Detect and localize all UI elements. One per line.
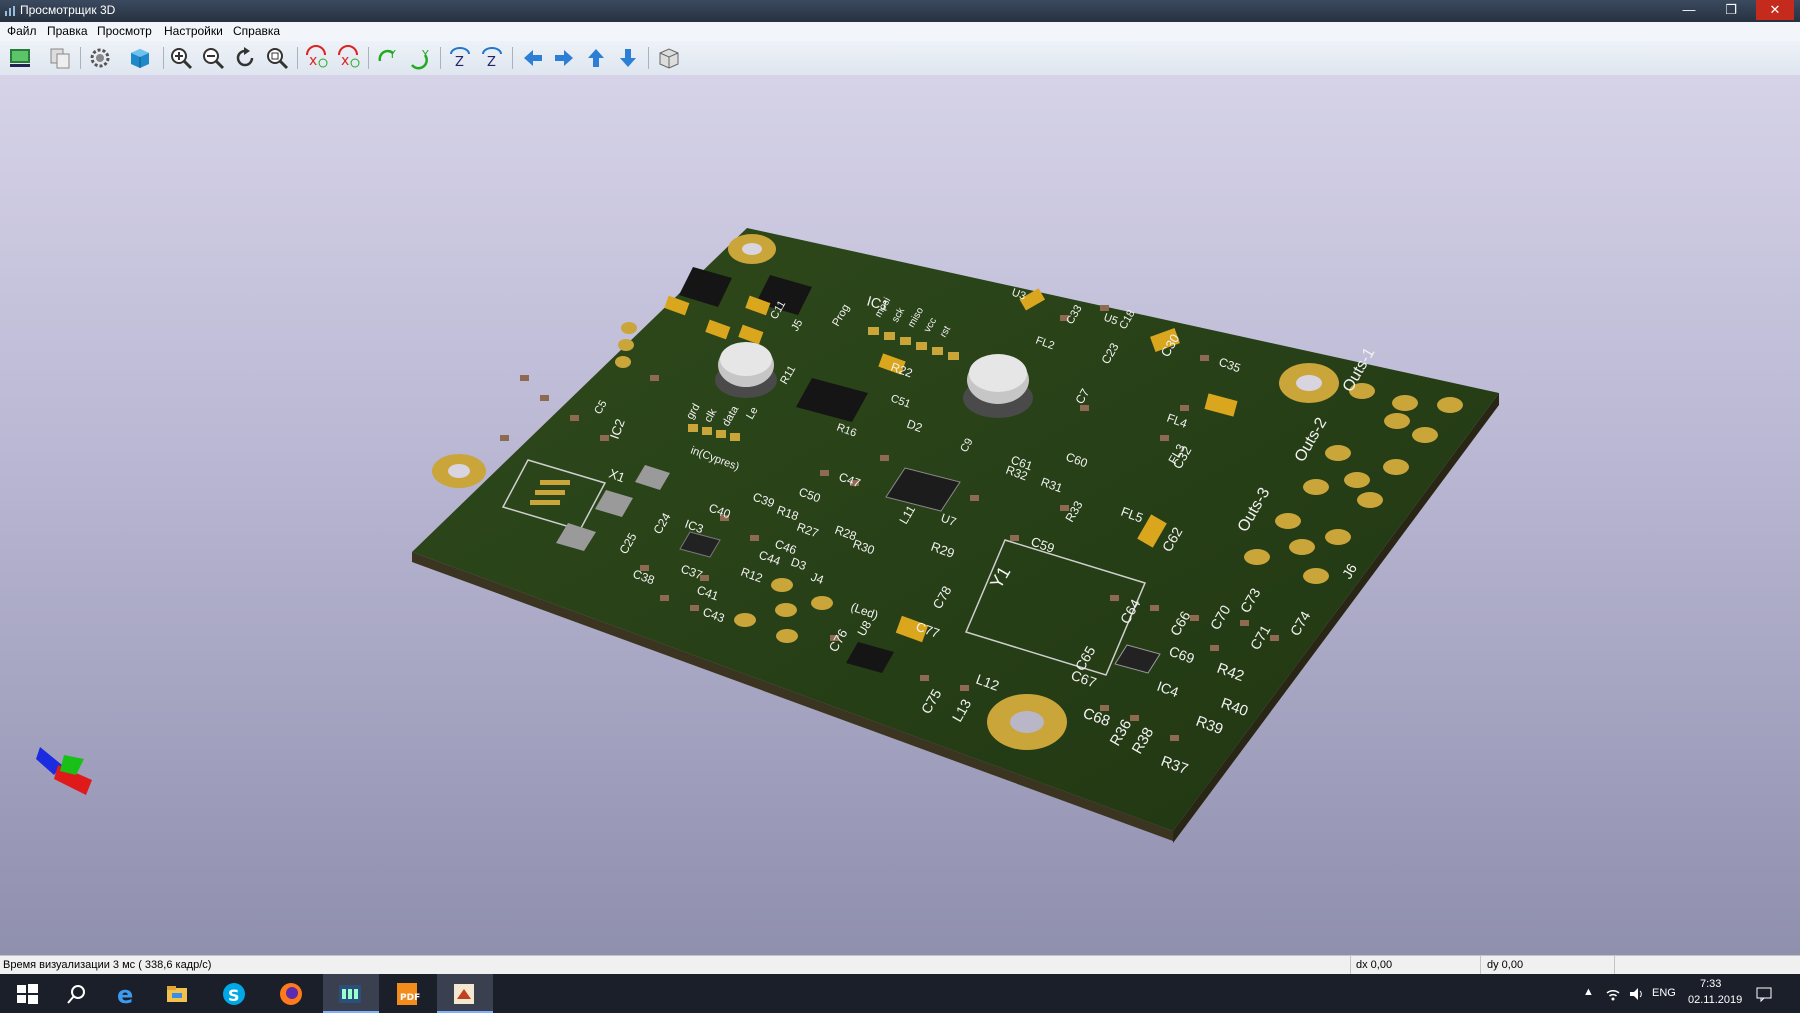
- svg-text:Z: Z: [455, 55, 464, 70]
- 3d-viewport[interactable]: IC1 IC2 IC3 IC4 U3 U5 U7 U8 X1 Y1 D2 D3 …: [0, 75, 1800, 955]
- tray-language[interactable]: ENG: [1652, 987, 1676, 999]
- taskbar-skype[interactable]: S: [207, 974, 263, 1013]
- taskbar-3d-viewer[interactable]: [437, 974, 493, 1013]
- rotate-x-icon: x: [306, 45, 328, 69]
- cube-blue-icon: [131, 49, 149, 68]
- menu-edit[interactable]: Правка: [47, 24, 88, 38]
- dy-status: dy 0,00: [1487, 959, 1524, 971]
- menu-bar: Файл Правка Просмотр Настройки Справка: [0, 22, 1800, 42]
- svg-text:e: e: [117, 981, 133, 1007]
- mounting-hole: [728, 234, 776, 264]
- folder-icon: [167, 986, 187, 1002]
- move-right-button[interactable]: [551, 45, 577, 71]
- status-bar: Время визуализации 3 мс ( 338,6 кадр/с) …: [0, 955, 1800, 975]
- svg-text:Y: Y: [421, 48, 429, 61]
- svg-text:x: x: [309, 53, 317, 69]
- rotate-y-cw-button[interactable]: Y: [375, 45, 401, 71]
- svg-text:PDF: PDF: [400, 993, 420, 1003]
- mounting-hole: [987, 694, 1067, 750]
- rotate-z-ccw-button[interactable]: Z: [479, 45, 505, 71]
- refresh-icon: [236, 47, 254, 67]
- electrolytic-capacitor: [963, 354, 1033, 418]
- taskbar-pdf-tool[interactable]: PDF: [380, 974, 436, 1013]
- kicad-3d-viewer-icon: [454, 984, 474, 1004]
- electrolytic-capacitor: [715, 342, 777, 398]
- tray-time[interactable]: 7:33: [1700, 978, 1721, 990]
- taskbar-explorer[interactable]: [150, 974, 206, 1013]
- move-left-button[interactable]: [520, 45, 546, 71]
- skype-icon: S: [223, 983, 245, 1005]
- maximize-button[interactable]: ❐: [1712, 0, 1750, 20]
- copy-icon: [50, 48, 70, 69]
- volume-icon[interactable]: [1628, 986, 1644, 1002]
- reload-board-button[interactable]: [127, 45, 153, 71]
- search-icon: [67, 985, 85, 1004]
- taskbar-search-button[interactable]: [50, 974, 106, 1013]
- rotate-z-cw-button[interactable]: Z: [447, 45, 473, 71]
- arrow-up-icon: [588, 49, 604, 67]
- rotate-y-icon: Y: [378, 48, 396, 62]
- zoom-fit-icon: [267, 48, 289, 70]
- toolbar: x x Y Y Z Z: [0, 41, 1800, 76]
- render-time-status: Время визуализации 3 мс ( 338,6 кадр/с): [3, 959, 212, 971]
- notification-icon[interactable]: [1755, 985, 1773, 1003]
- pcb-render: IC1 IC2 IC3 IC4 U3 U5 U7 U8 X1 Y1 D2 D3 …: [36, 228, 1499, 843]
- zoom-fit-button[interactable]: [264, 45, 290, 71]
- svg-text:x: x: [341, 53, 349, 69]
- taskbar-firefox[interactable]: [264, 974, 320, 1013]
- menu-settings[interactable]: Настройки: [164, 24, 223, 38]
- rotate-x-cw-button[interactable]: x: [303, 45, 329, 71]
- windows-logo-icon: [17, 984, 38, 1004]
- copy-clipboard-button[interactable]: [47, 45, 73, 71]
- export-image-icon: [10, 49, 30, 67]
- minimize-button[interactable]: —: [1670, 0, 1708, 20]
- tray-date[interactable]: 02.11.2019: [1688, 994, 1742, 1006]
- render-settings-button[interactable]: [87, 45, 113, 71]
- move-up-button[interactable]: [583, 45, 609, 71]
- rotate-z-icon: Z: [450, 47, 470, 70]
- app-icon: [5, 6, 15, 16]
- svg-text:Z: Z: [487, 55, 496, 70]
- orthographic-toggle-button[interactable]: [656, 45, 682, 71]
- redraw-button[interactable]: [232, 45, 258, 71]
- move-down-button[interactable]: [615, 45, 641, 71]
- rotate-x-icon: x: [338, 45, 360, 69]
- rotate-y-ccw-button[interactable]: Y: [407, 45, 433, 71]
- windows-taskbar: e S PDF ▲ ENG 7:33 02.11.2019: [0, 974, 1800, 1013]
- dx-status: dx 0,00: [1356, 959, 1393, 971]
- edge-icon: e: [117, 981, 133, 1007]
- zoom-out-icon: [203, 48, 225, 70]
- title-bar: Просмотрщик 3D — ❐ ✕: [0, 0, 1800, 22]
- firefox-icon: [280, 983, 302, 1005]
- menu-help[interactable]: Справка: [233, 24, 280, 38]
- taskbar-pcbnew[interactable]: [323, 974, 379, 1013]
- arrow-down-icon: [620, 49, 636, 67]
- zoom-in-button[interactable]: [168, 45, 194, 71]
- arrow-left-icon: [524, 50, 542, 66]
- gear-icon: [90, 48, 110, 68]
- svg-text:S: S: [228, 986, 240, 1005]
- taskbar-start-button[interactable]: [0, 974, 56, 1013]
- menu-file[interactable]: Файл: [7, 24, 37, 38]
- mounting-hole: [432, 454, 486, 488]
- tray-chevron-icon[interactable]: ▲: [1583, 986, 1594, 998]
- window-title: Просмотрщик 3D: [20, 3, 116, 17]
- zoom-out-button[interactable]: [200, 45, 226, 71]
- rotate-x-ccw-button[interactable]: x: [335, 45, 361, 71]
- rotate-z-icon: Z: [482, 47, 502, 70]
- arrow-right-icon: [555, 50, 573, 66]
- export-image-button[interactable]: [7, 45, 33, 71]
- mounting-hole: [1279, 363, 1339, 403]
- zoom-in-icon: [171, 48, 193, 70]
- rotate-y-icon: Y: [411, 48, 429, 70]
- axis-gizmo: [36, 747, 92, 795]
- cube-wireframe-icon: [659, 48, 679, 69]
- pdf-icon: PDF: [397, 983, 420, 1005]
- wifi-icon[interactable]: [1605, 986, 1621, 1002]
- kicad-pcbnew-icon: [339, 985, 361, 1003]
- svg-text:Y: Y: [388, 48, 396, 61]
- close-button[interactable]: ✕: [1756, 0, 1794, 20]
- taskbar-edge[interactable]: e: [100, 974, 156, 1013]
- menu-view[interactable]: Просмотр: [97, 24, 152, 38]
